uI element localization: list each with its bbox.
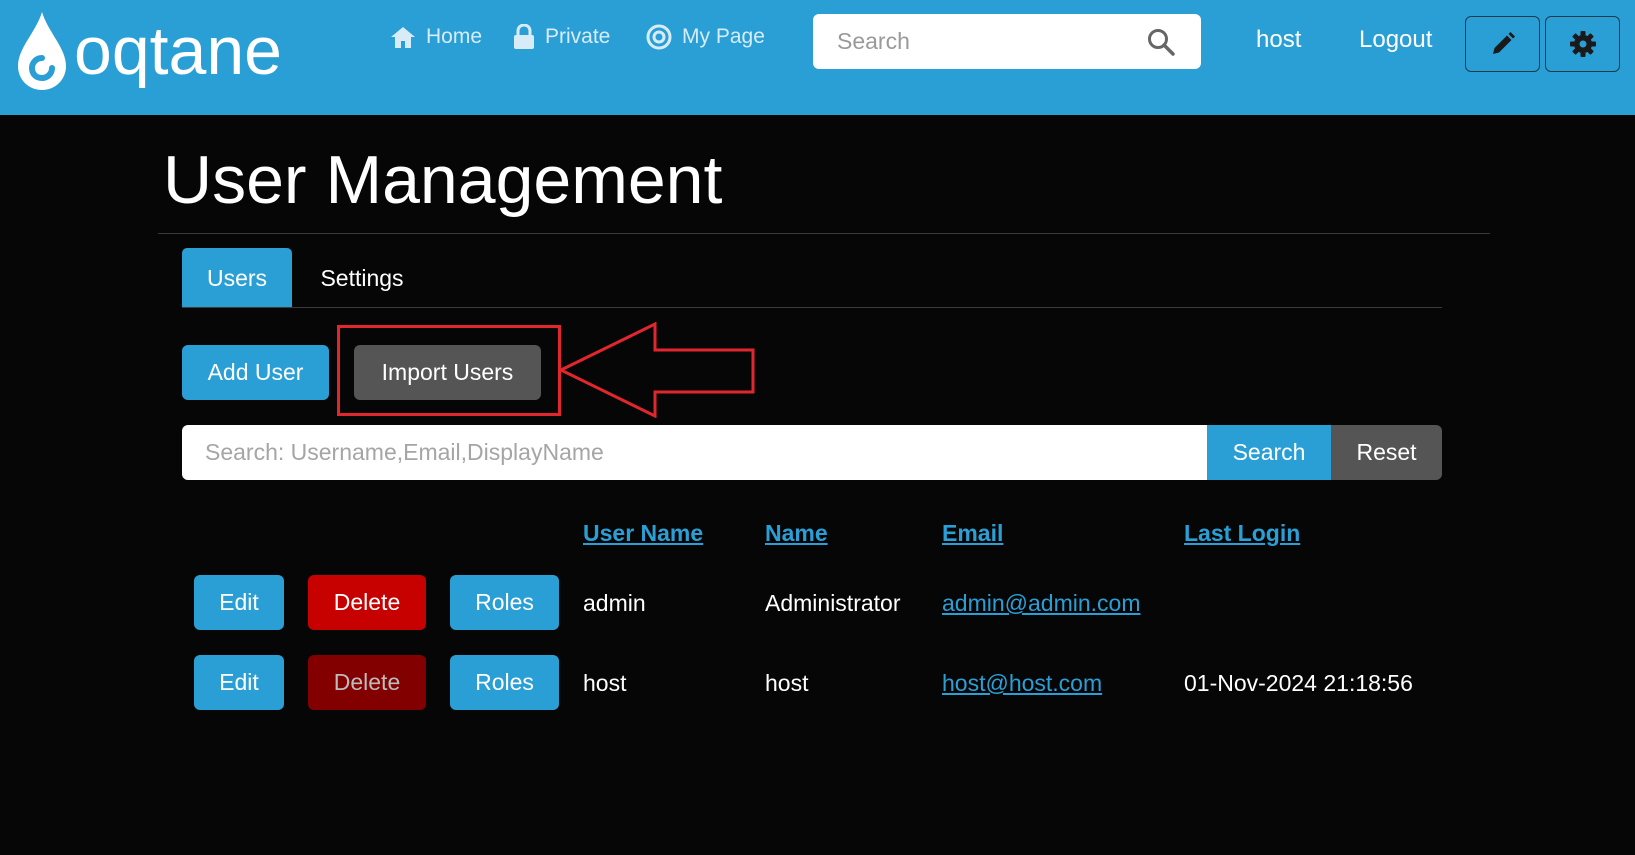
logo-wordmark: oqtane: [74, 13, 282, 89]
table-row: Edit Delete Roles admin Administrator ad…: [0, 575, 1635, 630]
username-cell: host: [583, 670, 627, 696]
column-header-name[interactable]: Name: [765, 520, 828, 547]
tab-divider: [182, 307, 1442, 308]
user-search-input[interactable]: [182, 425, 1207, 480]
page-title: User Management: [163, 142, 723, 218]
nav-home-label: Home: [426, 25, 483, 48]
column-header-username[interactable]: User Name: [583, 520, 703, 547]
logo-drop-icon: oqtane: [18, 12, 282, 90]
column-header-email[interactable]: Email: [942, 520, 1003, 547]
top-navbar: oqtane Home Private My Page host Logout: [0, 0, 1635, 115]
name-cell: Administrator: [765, 590, 901, 616]
lock-icon: [514, 24, 534, 49]
username-cell: admin: [583, 590, 646, 616]
pencil-icon: [1492, 32, 1515, 54]
user-profile-link[interactable]: host: [1256, 26, 1301, 54]
delete-user-button[interactable]: Delete: [308, 575, 426, 630]
nav-private-label: Private: [545, 25, 611, 48]
nav-home[interactable]: Home: [390, 22, 482, 52]
oqtane-logo[interactable]: oqtane: [14, 10, 354, 92]
search-button[interactable]: Search: [1207, 425, 1331, 480]
name-cell: host: [765, 670, 809, 696]
gear-icon: [1569, 31, 1596, 57]
title-divider: [158, 233, 1490, 234]
add-user-button[interactable]: Add User: [182, 345, 329, 400]
nav-my-page-label: My Page: [682, 25, 765, 48]
annotation-highlight-box: [337, 325, 561, 416]
nav-private[interactable]: Private: [513, 22, 610, 52]
user-roles-button[interactable]: Roles: [450, 655, 559, 710]
last-login-cell: 01-Nov-2024 21:18:56: [1184, 670, 1413, 696]
nav-my-page[interactable]: My Page: [646, 22, 765, 52]
delete-user-button-disabled: Delete: [308, 655, 426, 710]
admin-settings-button[interactable]: [1545, 16, 1620, 72]
user-roles-button[interactable]: Roles: [450, 575, 559, 630]
annotation-arrow: [558, 322, 755, 418]
email-link[interactable]: admin@admin.com: [942, 590, 1140, 617]
site-search-input[interactable]: [813, 14, 1133, 69]
email-link[interactable]: host@host.com: [942, 670, 1102, 697]
logout-link[interactable]: Logout: [1359, 26, 1432, 54]
table-row: Edit Delete Roles host host host@host.co…: [0, 655, 1635, 710]
user-search-field: [182, 425, 1207, 480]
edit-user-button[interactable]: Edit: [194, 655, 284, 710]
column-header-last-login[interactable]: Last Login: [1184, 520, 1300, 547]
site-search-box: [813, 14, 1201, 69]
edit-user-button[interactable]: Edit: [194, 575, 284, 630]
search-icon[interactable]: [1147, 28, 1175, 56]
target-icon: [646, 24, 672, 50]
edit-mode-button[interactable]: [1465, 16, 1540, 72]
reset-button[interactable]: Reset: [1331, 425, 1442, 480]
tab-users[interactable]: Users: [182, 248, 292, 308]
home-icon: [391, 27, 415, 48]
tab-settings[interactable]: Settings: [300, 248, 424, 308]
